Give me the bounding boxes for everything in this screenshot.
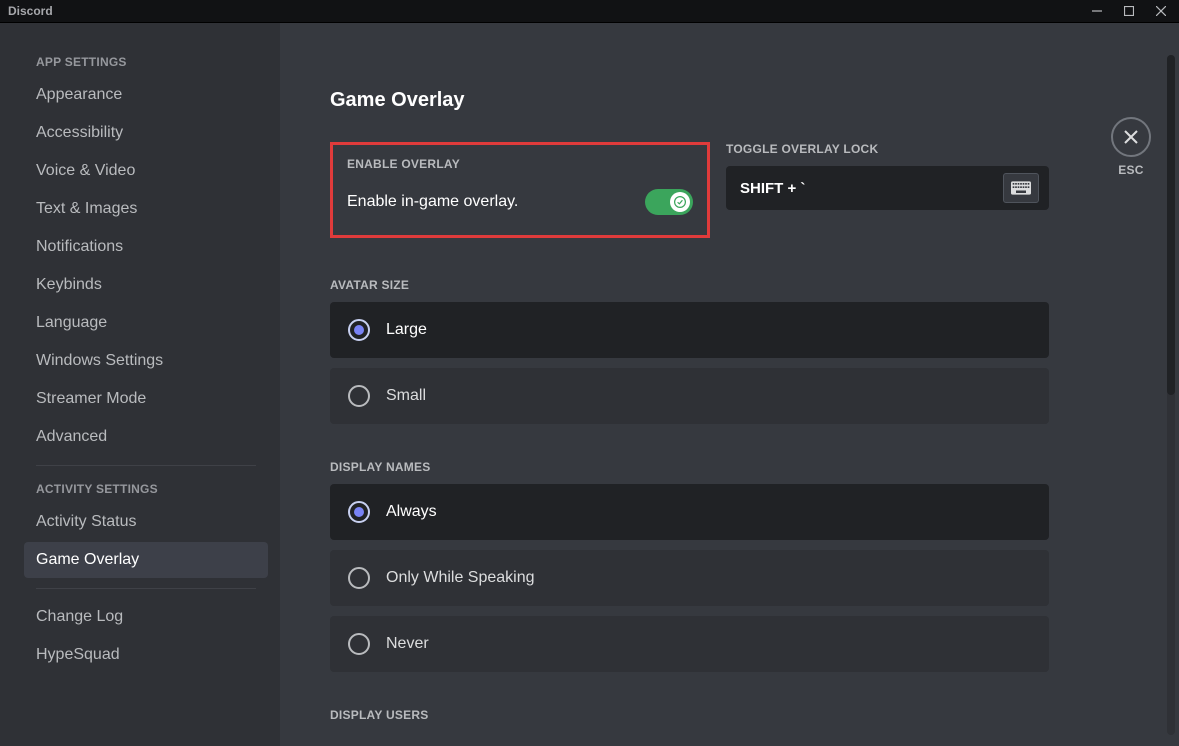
- window-maximize-button[interactable]: [1115, 0, 1143, 22]
- sidebar-item-hypesquad[interactable]: HypeSquad: [24, 637, 268, 673]
- window-close-button[interactable]: [1147, 0, 1175, 22]
- enable-overlay-highlight: ENABLE OVERLAY Enable in-game overlay.: [330, 142, 710, 238]
- radio-icon: [348, 567, 370, 589]
- close-settings-area: ESC: [1111, 117, 1151, 177]
- enable-overlay-label: Enable in-game overlay.: [347, 193, 518, 211]
- window-minimize-button[interactable]: [1083, 0, 1111, 22]
- sidebar-item-appearance[interactable]: Appearance: [24, 77, 268, 113]
- avatar-size-header: AVATAR SIZE: [330, 278, 1049, 292]
- sidebar-item-keybinds[interactable]: Keybinds: [24, 267, 268, 303]
- overlay-lock-keybind[interactable]: SHIFT + `: [726, 166, 1049, 210]
- page-title: Game Overlay: [330, 89, 1049, 112]
- esc-label: ESC: [1111, 163, 1151, 177]
- overlay-lock-keybind-text: SHIFT + `: [740, 180, 805, 197]
- sidebar-item-text-images[interactable]: Text & Images: [24, 191, 268, 227]
- window-titlebar: Discord: [0, 0, 1179, 22]
- app-name: Discord: [8, 4, 53, 18]
- settings-sidebar: APP SETTINGS Appearance Accessibility Vo…: [0, 23, 280, 746]
- settings-content: Game Overlay ENABLE OVERLAY Enable in-ga…: [330, 23, 1049, 746]
- enable-overlay-header: ENABLE OVERLAY: [347, 157, 693, 171]
- display-names-speaking[interactable]: Only While Speaking: [330, 550, 1049, 606]
- radio-label: Always: [386, 503, 437, 521]
- radio-icon: [348, 633, 370, 655]
- avatar-size-small[interactable]: Small: [330, 368, 1049, 424]
- avatar-size-group: AVATAR SIZE Large Small: [330, 278, 1049, 424]
- radio-label: Small: [386, 387, 426, 405]
- sidebar-item-windows-settings[interactable]: Windows Settings: [24, 343, 268, 379]
- display-names-header: DISPLAY NAMES: [330, 460, 1049, 474]
- sidebar-divider: [36, 588, 256, 589]
- radio-label: Never: [386, 635, 429, 653]
- avatar-size-large[interactable]: Large: [330, 302, 1049, 358]
- sidebar-item-advanced[interactable]: Advanced: [24, 419, 268, 455]
- sidebar-item-accessibility[interactable]: Accessibility: [24, 115, 268, 151]
- sidebar-section-app-settings: APP SETTINGS: [24, 49, 268, 75]
- display-names-never[interactable]: Never: [330, 616, 1049, 672]
- sidebar-section-activity-settings: ACTIVITY SETTINGS: [24, 476, 268, 502]
- radio-icon: [348, 385, 370, 407]
- close-settings-button[interactable]: [1111, 117, 1151, 157]
- sidebar-item-language[interactable]: Language: [24, 305, 268, 341]
- display-names-always[interactable]: Always: [330, 484, 1049, 540]
- sidebar-item-streamer-mode[interactable]: Streamer Mode: [24, 381, 268, 417]
- display-names-group: DISPLAY NAMES Always Only While Speaking…: [330, 460, 1049, 672]
- display-users-header: DISPLAY USERS: [330, 708, 1049, 722]
- sidebar-item-notifications[interactable]: Notifications: [24, 229, 268, 265]
- sidebar-item-game-overlay[interactable]: Game Overlay: [24, 542, 268, 578]
- sidebar-item-activity-status[interactable]: Activity Status: [24, 504, 268, 540]
- radio-label: Only While Speaking: [386, 569, 535, 587]
- keyboard-icon: [1003, 173, 1039, 203]
- radio-label: Large: [386, 321, 427, 339]
- toggle-knob: [670, 192, 690, 212]
- toggle-overlay-lock-header: TOGGLE OVERLAY LOCK: [726, 142, 1049, 156]
- window-controls: [1083, 0, 1175, 22]
- sidebar-item-voice-video[interactable]: Voice & Video: [24, 153, 268, 189]
- close-icon: [1123, 129, 1139, 145]
- scrollbar-thumb[interactable]: [1167, 55, 1175, 395]
- enable-overlay-toggle[interactable]: [645, 189, 693, 215]
- radio-icon: [348, 319, 370, 341]
- sidebar-divider: [36, 465, 256, 466]
- radio-icon: [348, 501, 370, 523]
- sidebar-item-change-log[interactable]: Change Log: [24, 599, 268, 635]
